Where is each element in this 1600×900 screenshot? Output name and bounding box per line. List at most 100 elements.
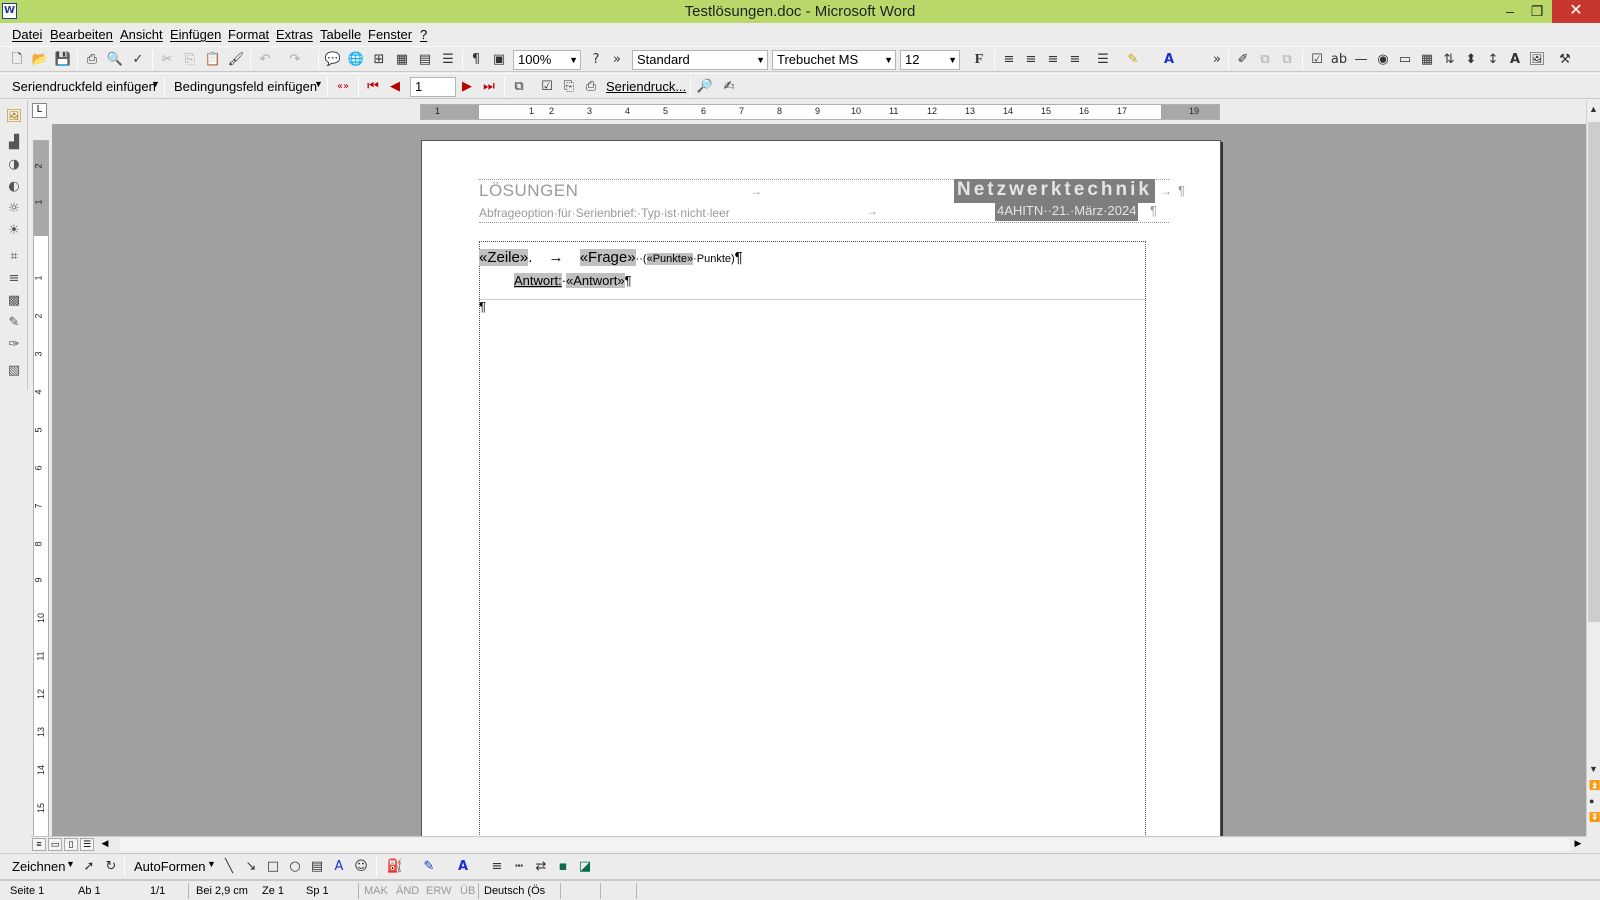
merge-to-printer-icon[interactable]: ⎙ [582,78,600,96]
mail-merge-helper-icon[interactable]: ⧉ [510,78,528,96]
color-icon[interactable]: ◑ [5,156,23,174]
style-combo[interactable]: Standard ▼ [632,50,768,70]
paste-icon[interactable]: 📋 [204,51,222,69]
status-overtype[interactable]: ÜB [460,885,475,897]
fill-color-icon[interactable]: ⛽ [386,858,404,876]
insert-condition-field-button[interactable]: Bedingungsfeld einfügen [174,79,317,94]
brightness-less-icon[interactable]: ☀ [5,222,23,240]
print-preview-icon[interactable]: 🔍 [106,51,124,69]
font-size-combo[interactable]: 12 ▼ [900,50,960,70]
align-right-icon[interactable]: ≡ [1044,51,1062,69]
status-macro-recorder[interactable]: MAK [364,885,388,897]
dash-style-icon[interactable]: ┅ [510,858,528,876]
merge-to-document-icon[interactable]: ⎘ [560,78,578,96]
status-language[interactable]: Deutsch (Ös [484,885,545,897]
scrollbar-control-icon[interactable]: ↕ [1484,51,1502,69]
cut-icon[interactable]: ✂ [158,51,176,69]
minimize-button[interactable]: – [1495,0,1525,23]
more-buttons-icon[interactable]: » [1208,51,1226,69]
oval-icon[interactable]: ○ [286,858,304,876]
draw-table-icon[interactable]: ✐ [1234,51,1252,69]
select-pointer-icon[interactable]: ➚ [80,858,98,876]
browse-object-icon[interactable]: ● [1589,796,1594,806]
tables-borders-icon[interactable]: ⊞ [370,51,388,69]
comment-icon[interactable]: 💬 [324,51,342,69]
scroll-up-icon[interactable]: ▲ [1589,104,1598,114]
outline-view-icon[interactable]: ☰ [80,838,94,851]
merge-field-frage[interactable]: «Frage» [579,249,636,266]
line-style-icon[interactable]: ≡ [488,858,506,876]
restore-button[interactable]: ❐ [1522,0,1552,23]
status-track-changes[interactable]: ÄND [396,885,419,897]
horizontal-scroll-track[interactable] [120,838,1570,851]
normal-view-icon[interactable]: ≡ [32,838,46,851]
vertical-ruler[interactable]: 2 1 1 2 3 4 5 6 7 8 9 10 11 12 13 14 15 [33,140,49,840]
merge-field-zeile[interactable]: «Zeile» [479,249,529,266]
grid-icon[interactable]: ▦ [1418,51,1436,69]
question-line[interactable]: «Zeile». → «Frage»··(«Punkte»·Punkte)¶ [479,249,743,266]
first-record-icon[interactable]: ⏮ [364,78,382,96]
font-color-icon[interactable]: A [1160,51,1178,69]
align-left-icon[interactable]: ≡ [1000,51,1018,69]
format-painter-icon[interactable]: 🖌 [227,51,245,69]
insert-picture-icon[interactable]: ▟ [5,134,23,152]
document-area[interactable]: LÖSUNGEN → Abfrageoption·für·Serienbrief… [52,124,1587,836]
redo-icon[interactable]: ↷ [286,51,304,69]
line-style-icon[interactable]: ≡ [5,270,23,288]
answer-line[interactable]: Antwort:·«Antwort»¶ [514,273,632,288]
copy-icon[interactable]: ⎘ [181,51,199,69]
insert-excel-icon[interactable]: ▤ [416,51,434,69]
open-icon[interactable]: 📂 [31,51,49,69]
status-extend[interactable]: ERW [426,885,451,897]
text-field-icon[interactable]: ab [1330,51,1348,69]
menu-fenster[interactable]: Fenster [368,27,412,42]
scroll-thumb[interactable] [1588,122,1600,622]
next-record-icon[interactable]: ▶ [458,78,476,96]
record-number-input[interactable]: 1 [410,77,456,97]
form-icon[interactable]: ⧉ [1256,51,1274,69]
format-picture-icon[interactable]: ✎ [5,314,23,332]
sort-icon[interactable]: ⇅ [1440,51,1458,69]
scroll-down-icon[interactable]: ▼ [1589,764,1598,774]
merge-field-antwort[interactable]: «Antwort» [566,273,625,288]
bullets-icon[interactable]: ☰ [1094,51,1112,69]
menu-extras[interactable]: Extras [276,27,313,42]
free-rotate-icon[interactable]: ↻ [102,858,120,876]
3d-icon[interactable]: ◪ [576,858,594,876]
menu-bearbeiten[interactable]: Bearbeiten [50,27,113,42]
crop-icon[interactable]: ⌗ [5,248,23,266]
reset-picture-icon[interactable]: ▧ [5,362,23,380]
vertical-scrollbar[interactable]: ▲ ▼ ⏫ ● ⏬ [1586,100,1600,836]
menu-datei[interactable]: Datei [12,27,42,42]
line-tool-icon[interactable]: ╲ [220,858,238,876]
menu-help[interactable]: ? [420,27,427,42]
autoshapes-button[interactable]: AutoFormen [134,859,206,874]
print-layout-icon[interactable]: ▯ [64,838,78,851]
align-center-icon[interactable]: ≡ [1022,51,1040,69]
checkbox-field-icon[interactable]: ☑ [1308,51,1326,69]
menu-ansicht[interactable]: Ansicht [120,27,163,42]
previous-page-icon[interactable]: ⏫ [1589,780,1600,791]
columns-icon[interactable]: ☰ [439,51,457,69]
spellcheck-icon[interactable]: ✓ [129,51,147,69]
arrow-style-icon[interactable]: ⇄ [532,858,550,876]
spinner-icon[interactable]: ⬍ [1462,51,1480,69]
transparent-color-icon[interactable]: ✑ [5,336,23,354]
image-icon[interactable]: 🖼 [1528,51,1546,69]
font-color-icon[interactable]: A [454,858,472,876]
document-page[interactable]: LÖSUNGEN → Abfrageoption·für·Serienbrief… [421,140,1221,836]
menu-einfuegen[interactable]: Einfügen [170,27,221,42]
merge-button[interactable]: Seriendruck... [606,79,686,94]
web-view-icon[interactable]: ▭ [48,838,62,851]
picture-icon[interactable]: 🖼 [5,108,23,126]
horizontal-scrollbar[interactable]: ≡ ▭ ▯ ☰ ◀ ▶ [30,836,1586,852]
scroll-right-icon[interactable]: ▶ [1571,838,1585,851]
previous-record-icon[interactable]: ◀ [386,78,404,96]
hyperlink-icon[interactable]: 🌐 [347,51,365,69]
find-record-icon[interactable]: 🔎 [696,78,714,96]
check-errors-icon[interactable]: ☑ [538,78,556,96]
wordart-icon[interactable]: A [330,858,348,876]
insert-table-icon[interactable]: ▦ [393,51,411,69]
save-icon[interactable]: 💾 [54,51,72,69]
zoom-combo[interactable]: 100% ▼ [513,50,581,70]
